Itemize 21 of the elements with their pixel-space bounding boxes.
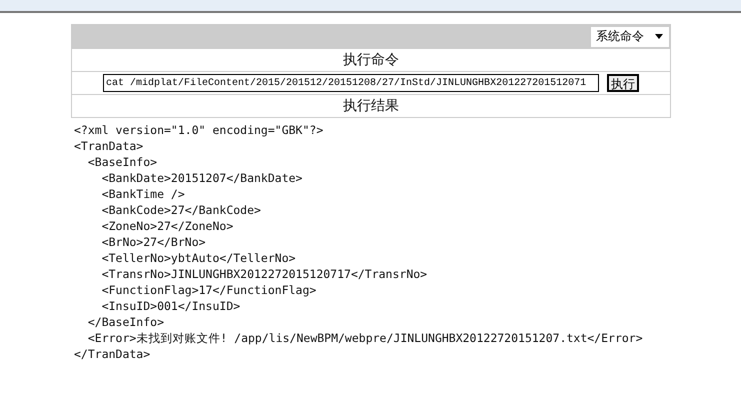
output-line: <Error>未找到对账文件! /app/lis/NewBPM/webpre/JINLUNGHBX20122720151207.txt</Error> (86, 330, 644, 346)
output-line: <BrNo>27</BrNo> (100, 234, 207, 250)
command-type-dropdown[interactable]: 系统命令 (591, 26, 669, 46)
output-line: <BankDate>20151207</BankDate> (100, 170, 304, 186)
output-line: <BankCode>27</BankCode> (100, 202, 262, 218)
output-line: <TransrNo>JINLUNGHBX2012272015120717</TransrNo> (100, 266, 428, 282)
output-line: </BaseInfo> (86, 314, 166, 330)
output-line: <BaseInfo> (86, 154, 158, 170)
output-line: <TranData> (74, 138, 144, 154)
execute-button[interactable]: 执行 (607, 74, 639, 92)
section-header: 执行命令 (343, 51, 399, 69)
output-line: <?xml version="1.0" encoding="GBK"?> (74, 122, 324, 138)
caret-icon (655, 34, 663, 39)
output-line: </TranData> (74, 346, 152, 362)
section-header: 执行结果 (343, 97, 399, 115)
output-line: <InsuID>001</InsuID> (100, 298, 242, 314)
command-input-field[interactable]: cat /midplat/FileContent/2015/201512/20151208/27/InStd/JINLUNGHBX201227201512071 (103, 74, 599, 92)
output-line: <TellerNo>ybtAuto</TellerNo> (100, 250, 297, 266)
output-line: <FunctionFlag>17</FunctionFlag> (100, 282, 318, 298)
output-line: <BankTime /> (100, 186, 186, 202)
output-line: <ZoneNo>27</ZoneNo> (100, 218, 234, 234)
